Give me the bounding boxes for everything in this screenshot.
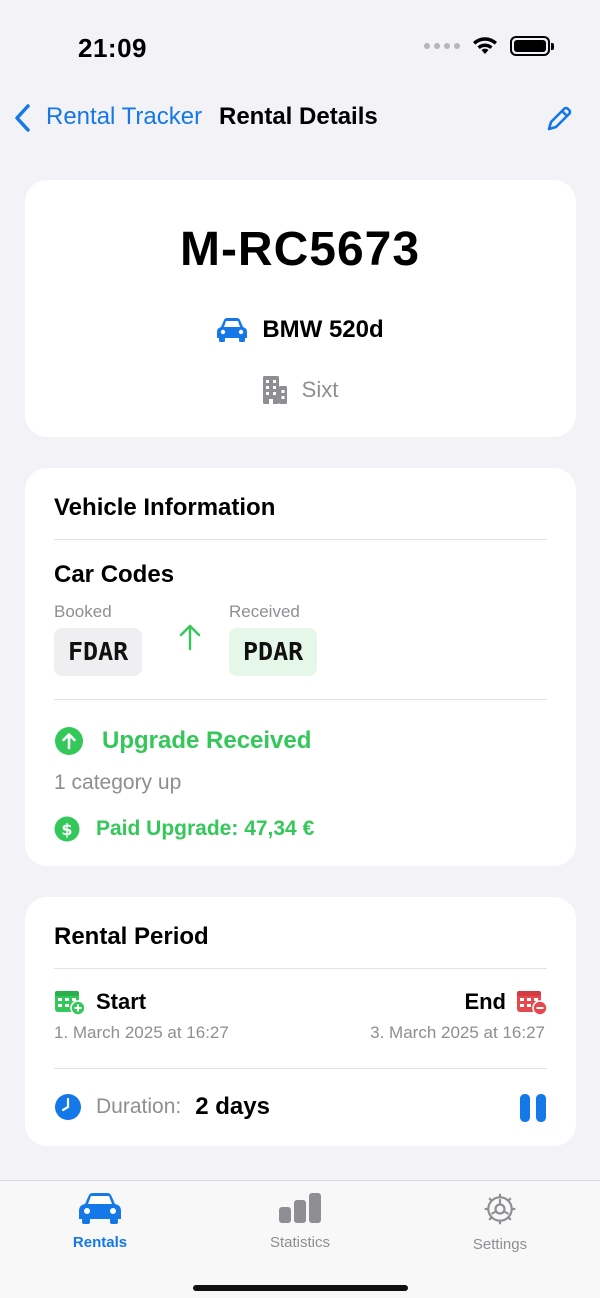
tab-rentals[interactable]: Rentals [40, 1191, 160, 1251]
calendar-remove-icon [517, 991, 548, 1016]
svg-text:$: $ [61, 820, 72, 839]
navigation-bar: Rental Tracker Rental Details [0, 96, 600, 140]
car-icon [79, 1193, 121, 1224]
upgrade-status-row: Upgrade Received [54, 726, 311, 756]
gear-icon [484, 1193, 516, 1225]
duration-label: Duration: [96, 1095, 182, 1118]
wifi-icon [473, 37, 497, 54]
arrow-up-icon [179, 624, 201, 651]
booked-label: Booked [54, 602, 112, 621]
chart-icon [279, 1193, 321, 1223]
upgrade-detail: 1 category up [54, 771, 182, 794]
pause-icon[interactable] [518, 1093, 548, 1123]
chevron-left-icon[interactable] [12, 102, 34, 134]
end-row: End [464, 988, 548, 1016]
tab-label: Settings [472, 1236, 528, 1253]
dollar-circle-icon: $ [54, 816, 80, 842]
tab-bar: Rentals Statistics Settings [0, 1180, 600, 1298]
booked-code-chip: FDAR [54, 628, 143, 676]
tab-statistics[interactable]: Statistics [240, 1191, 360, 1251]
page-title: Rental Details [219, 103, 378, 130]
status-bar: 21:09 [0, 0, 600, 96]
vehicle-info-title: Vehicle Information [54, 494, 276, 521]
received-code-chip: PDAR [229, 628, 318, 676]
car-model-row: BMW 520d [0, 316, 600, 344]
received-label: Received [229, 602, 300, 621]
company-name: Sixt [301, 377, 339, 402]
duration-value: 2 days [195, 1093, 270, 1120]
upgrade-title: Upgrade Received [102, 727, 312, 754]
back-button[interactable]: Rental Tracker [46, 103, 202, 131]
status-time: 21:09 [78, 33, 147, 63]
start-date: 1. March 2025 at 16:27 [54, 1023, 229, 1042]
start-row: Start [54, 988, 146, 1016]
car-codes-title: Car Codes [54, 561, 175, 588]
car-model: BMW 520d [262, 316, 384, 343]
pencil-edit-icon[interactable] [544, 104, 574, 134]
car-icon [217, 318, 248, 342]
rental-period-title: Rental Period [54, 923, 209, 950]
divider [54, 539, 547, 540]
company-row: Sixt [0, 374, 600, 406]
status-icons [424, 36, 554, 56]
home-indicator [193, 1285, 408, 1291]
calendar-add-icon [55, 991, 86, 1016]
start-label: Start [96, 989, 147, 1014]
duration-row: Duration: 2 days [54, 1093, 270, 1121]
license-plate: M-RC5673 [179, 223, 421, 276]
divider [54, 968, 547, 969]
building-icon [262, 376, 287, 404]
paid-upgrade-row: $ Paid Upgrade: 47,34 € [54, 816, 314, 842]
battery-icon [510, 36, 554, 56]
arrow-up-circle-icon [55, 727, 83, 755]
divider [54, 1068, 547, 1069]
end-label: End [464, 989, 506, 1014]
tab-label: Rentals [72, 1234, 128, 1251]
tab-settings[interactable]: Settings [440, 1191, 560, 1253]
paid-upgrade-amount: Paid Upgrade: 47,34 € [96, 817, 315, 840]
clock-icon [55, 1094, 81, 1120]
signal-icon [424, 43, 460, 49]
end-date: 3. March 2025 at 16:27 [370, 1023, 545, 1042]
tab-label: Statistics [269, 1234, 330, 1251]
divider [54, 699, 547, 700]
